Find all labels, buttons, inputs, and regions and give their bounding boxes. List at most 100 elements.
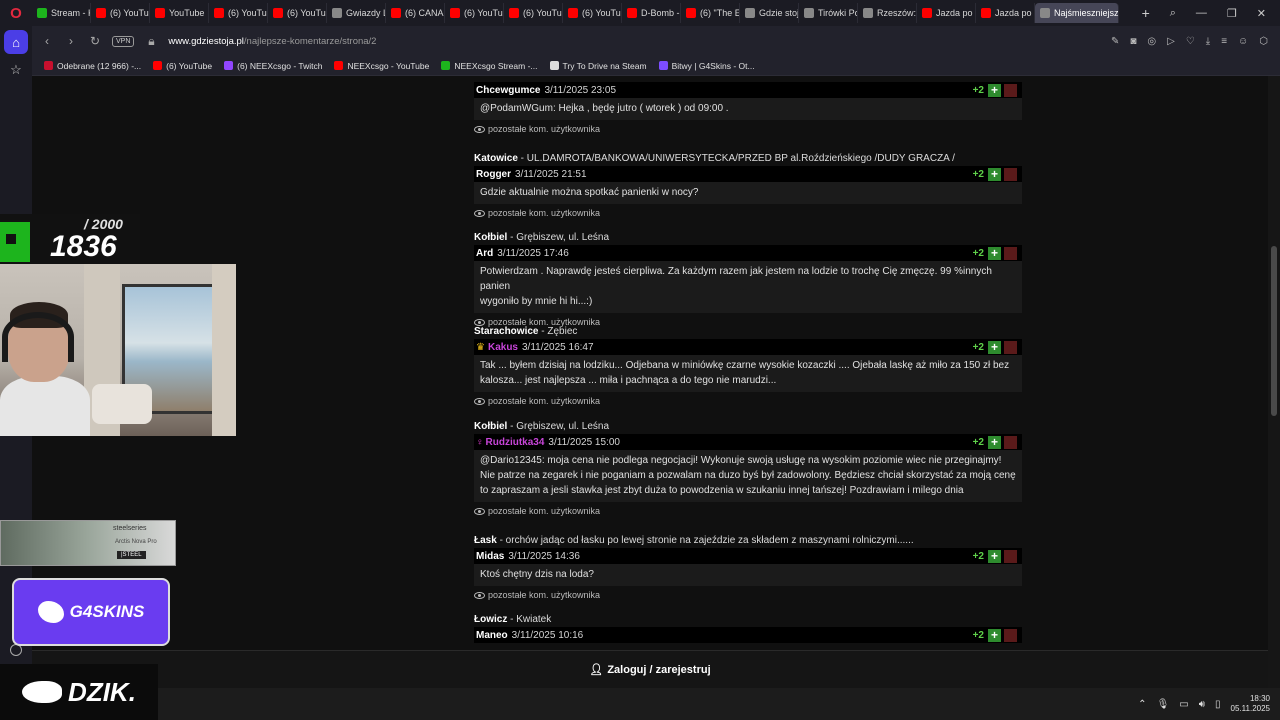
forward-icon[interactable]: › <box>64 34 78 48</box>
menu-icon[interactable]: ≡ <box>1221 36 1227 47</box>
location-heading[interactable]: Katowice - UL.DAMROTA/BANKOWA/UNIWERSYTE… <box>474 152 1022 166</box>
location-street[interactable]: - Kwiatek <box>507 614 551 625</box>
bookmark-item[interactable]: (6) NEEXcsgo - Twitch <box>224 61 322 71</box>
location-heading[interactable]: Starachowice - Zębiec <box>474 325 1022 339</box>
location-heading[interactable]: Łask - orchów jadąc od łasku po lewej st… <box>474 534 1022 548</box>
bookmark-item[interactable]: NEEXcsgo - YouTube <box>334 61 429 71</box>
vpn-badge[interactable]: VPN <box>112 35 135 47</box>
network-icon[interactable]: ▭ <box>1179 699 1188 710</box>
browser-tab[interactable]: Tirówki Po <box>799 3 858 23</box>
maximize-button[interactable]: ❐ <box>1227 7 1237 20</box>
page-scrollbar[interactable] <box>1268 76 1280 688</box>
battery-icon[interactable]: ▯ <box>1215 699 1221 710</box>
location-city[interactable]: Łask <box>474 535 497 546</box>
browser-tab[interactable]: (6) YouTub <box>445 3 504 23</box>
downvote-button[interactable] <box>1004 435 1017 449</box>
downvote-button[interactable] <box>1004 628 1017 642</box>
play-icon[interactable]: ▷ <box>1167 36 1175 47</box>
upvote-button[interactable]: + <box>988 167 1001 181</box>
camera-icon[interactable]: ◙ <box>1130 36 1136 47</box>
location-heading[interactable]: Kołbiel - Grębiszew, ul. Leśna <box>474 231 1022 245</box>
volume-icon[interactable]: 🔊︎ <box>1199 699 1205 710</box>
bookmark-item[interactable]: (6) YouTube <box>153 61 212 71</box>
microphone-icon[interactable]: 🎙︎ <box>1157 699 1170 710</box>
more-comments-link[interactable]: pozostałe kom. użytkownika <box>474 205 1022 221</box>
browser-tab[interactable]: Jazda po <box>917 3 976 23</box>
browser-tab[interactable]: Gdzie stoj <box>740 3 799 23</box>
upvote-button[interactable]: + <box>988 435 1001 449</box>
location-street[interactable]: - Grębiszew, ul. Leśna <box>507 421 609 432</box>
downvote-button[interactable] <box>1004 167 1017 181</box>
location-city[interactable]: Kołbiel <box>474 232 507 243</box>
browser-tab[interactable]: (6) YouTub <box>91 3 150 23</box>
downvote-button[interactable] <box>1004 83 1017 97</box>
search-tabs-icon[interactable]: ⌕ <box>1170 7 1176 20</box>
location-heading[interactable]: Łowicz - Kwiatek <box>474 613 1022 627</box>
bookmark-item[interactable]: Bitwy | G4Skins - Ot... <box>658 61 755 71</box>
reload-icon[interactable]: ↻ <box>88 34 102 48</box>
more-comments-link[interactable]: pozostałe kom. użytkownika <box>474 393 1022 409</box>
profile-icon[interactable]: ☺ <box>1238 36 1248 47</box>
upvote-button[interactable]: + <box>988 246 1001 260</box>
downvote-button[interactable] <box>1004 340 1017 354</box>
comment-username[interactable]: Kakus <box>488 342 518 353</box>
location-street[interactable]: - Zębiec <box>538 326 577 337</box>
upvote-button[interactable]: + <box>988 83 1001 97</box>
more-comments-link[interactable]: pozostałe kom. użytkownika <box>474 121 1022 137</box>
location-street[interactable]: - orchów jadąc od łasku po lewej stronie… <box>497 535 914 546</box>
comment-username[interactable]: Rogger <box>476 169 511 180</box>
heart-icon[interactable]: ♡ <box>1186 36 1195 47</box>
bookmark-item[interactable]: NEEXcsgo Stream -... <box>441 61 538 71</box>
downvote-button[interactable] <box>1004 549 1017 563</box>
browser-tab[interactable]: Rzeszów: <box>858 3 917 23</box>
close-button[interactable]: ✕ <box>1257 7 1266 20</box>
browser-tab[interactable]: D-Bomb - <box>622 3 681 23</box>
browser-tab[interactable]: (6) YouTub <box>563 3 622 23</box>
bookmark-item[interactable]: Odebrane (12 966) -... <box>44 61 141 71</box>
browser-tab[interactable]: Stream - K <box>32 3 91 23</box>
chevron-up-icon[interactable]: ⌃ <box>1138 699 1146 710</box>
upvote-button[interactable]: + <box>988 549 1001 563</box>
extensions-icon[interactable]: ⬡ <box>1259 36 1268 47</box>
opera-logo-icon[interactable]: O <box>0 0 32 26</box>
edit-icon[interactable]: ✎ <box>1111 36 1119 47</box>
shield-icon[interactable]: ◎ <box>1147 36 1156 47</box>
browser-tab[interactable]: (6) CANAL <box>386 3 445 23</box>
comment-username[interactable]: Ard <box>476 248 493 259</box>
browser-tab[interactable]: (6) "The E <box>681 3 740 23</box>
upvote-button[interactable]: + <box>988 340 1001 354</box>
back-icon[interactable]: ‹ <box>40 34 54 48</box>
comment-username[interactable]: Maneo <box>476 630 508 641</box>
new-tab-button[interactable]: + <box>1136 5 1156 21</box>
comment-username[interactable]: Midas <box>476 551 504 562</box>
browser-tab[interactable]: (6) YouTub <box>209 3 268 23</box>
location-heading[interactable]: Kołbiel - Grębiszew, ul. Leśna <box>474 420 1022 434</box>
login-bar[interactable]: 👤︎ Zaloguj / zarejestruj <box>32 650 1268 688</box>
taskbar-clock[interactable]: 18:30 05.11.2025 <box>1231 694 1270 714</box>
location-city[interactable]: Łowicz <box>474 614 507 625</box>
minimize-button[interactable]: — <box>1196 7 1207 20</box>
url-field[interactable]: www.gdziestoja.pl/najlepsze-komentarze/s… <box>168 36 1101 47</box>
location-city[interactable]: Katowice <box>474 153 518 164</box>
browser-tab[interactable]: (6) YouTub <box>268 3 327 23</box>
upvote-button[interactable]: + <box>988 628 1001 642</box>
browser-tab[interactable]: (6) YouTub <box>504 3 563 23</box>
comment-username[interactable]: Rudziutka34 <box>486 437 545 448</box>
scroll-thumb[interactable] <box>1271 246 1277 416</box>
home-icon[interactable]: ⌂ <box>4 30 28 54</box>
browser-tab[interactable]: Gwiazdy L <box>327 3 386 23</box>
browser-tab[interactable]: Jazda po <box>976 3 1035 23</box>
location-street[interactable]: - UL.DAMROTA/BANKOWA/UNIWERSYTECKA/PRZED… <box>518 153 955 164</box>
comment-username[interactable]: Chcewgumce <box>476 85 540 96</box>
lock-icon[interactable]: 🔒︎ <box>144 34 158 49</box>
more-comments-link[interactable]: pozostałe kom. użytkownika <box>474 503 1022 519</box>
location-street[interactable]: - Grębiszew, ul. Leśna <box>507 232 609 243</box>
browser-tab[interactable]: YouTube <box>150 3 209 23</box>
login-link[interactable]: Zaloguj / zarejestruj <box>607 664 710 676</box>
star-icon[interactable]: ☆ <box>4 58 28 82</box>
more-comments-link[interactable]: pozostałe kom. użytkownika <box>474 587 1022 603</box>
download-icon[interactable]: ⤓ <box>1206 36 1210 47</box>
location-city[interactable]: Starachowice <box>474 326 538 337</box>
downvote-button[interactable] <box>1004 246 1017 260</box>
bookmark-item[interactable]: Try To Drive na Steam <box>549 61 647 71</box>
